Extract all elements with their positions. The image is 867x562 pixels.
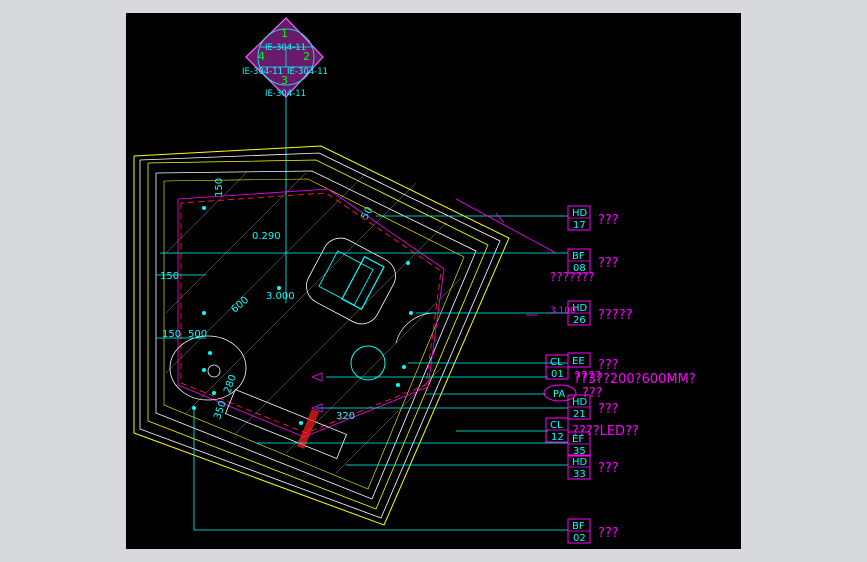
marker-ref-bottom: IE-304-11 [265, 89, 306, 99]
leader-lines [156, 215, 568, 531]
tag-extra: ??????? [550, 270, 595, 284]
tag-extra: 3.100 [550, 306, 576, 316]
tag-code: EF [572, 434, 584, 445]
section-marker: 1 2 3 4 IE-304-11 IE-304-11 IE-304-11 IE… [242, 17, 328, 99]
dim-280: 280 [222, 373, 239, 395]
tag-code: EE [572, 356, 585, 367]
tag-hd-26[interactable]: HD 26 ????? 3.100 [550, 300, 633, 326]
dim-320: 320 [336, 411, 355, 422]
tag-code: BF [572, 251, 585, 262]
tag-bf-02[interactable]: BF 02 ??? [567, 518, 619, 544]
tag-cl-12[interactable]: CL 12 ????LED?? [545, 417, 639, 443]
marker-number-1: 1 [281, 27, 288, 40]
marker-ref-left: IE-304-11 [242, 67, 283, 77]
floor-plan-drawing: 1 2 3 4 IE-304-11 IE-304-11 IE-304-11 IE… [133, 17, 696, 544]
tag-bf-08[interactable]: BF 08 ??? ??????? [550, 248, 619, 284]
dim-50: 50 [360, 205, 376, 222]
tag-note: ??? [598, 461, 619, 476]
tag-num: 21 [573, 409, 586, 420]
dim-150-left: 150 [160, 271, 179, 282]
tag-code: HD [572, 457, 588, 468]
tag-cl-01[interactable]: CL 01 ???? ??3??200?600MM? [545, 354, 696, 387]
tag-num: 01 [551, 369, 564, 380]
tag-code: HD [572, 397, 588, 408]
tag-code: BF [572, 521, 585, 532]
fixtures [169, 237, 437, 460]
tag-code: CL [550, 357, 563, 368]
dim-600: 600 [229, 295, 251, 316]
dim-3000: 3.000 [266, 291, 295, 302]
dim-0290: 0.290 [252, 231, 281, 242]
tag-hd-17[interactable]: HD 17 ??? [567, 205, 619, 231]
tag-note: ??? [598, 256, 619, 271]
dim-500: 500 [188, 329, 207, 340]
dim-150-top: 150 [214, 178, 225, 197]
tag-extra: ??3??200?600MM? [574, 372, 696, 387]
tag-note: ??? [598, 526, 619, 541]
floor-hatch [165, 172, 462, 474]
tag-num: 33 [573, 469, 586, 480]
tag-num: 17 [573, 220, 586, 231]
tag-note: ????? [598, 308, 633, 323]
marker-ref-top: IE-304-11 [265, 43, 306, 53]
tag-code: PA [553, 389, 565, 400]
tag-num: 12 [551, 432, 564, 443]
marker-number-4: 4 [258, 50, 265, 63]
marker-ref-right: IE-304-11 [287, 67, 328, 77]
tag-note: ??? [598, 402, 619, 417]
tag-code: CL [550, 420, 563, 431]
cad-drawing-canvas[interactable]: 1 2 3 4 IE-304-11 IE-304-11 IE-304-11 IE… [126, 13, 741, 549]
tag-list: HD 17 ??? BF 08 ??? ??????? HD 26 ????? … [543, 205, 696, 544]
dim-150-mid: 150 [162, 329, 181, 340]
tag-hd-33[interactable]: HD 33 ??? [567, 454, 619, 480]
tag-num: 26 [573, 315, 586, 326]
ceiling-boundary-dashed [180, 192, 442, 434]
tag-code: HD [572, 208, 588, 219]
tag-note: ??? [598, 213, 619, 228]
tag-num: 02 [573, 533, 586, 544]
